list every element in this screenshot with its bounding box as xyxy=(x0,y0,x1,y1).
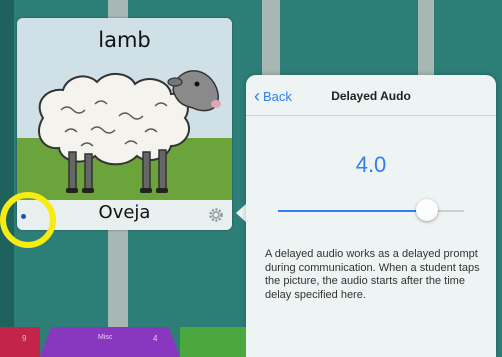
description-text: A delayed audio works as a delayed promp… xyxy=(265,248,480,301)
tab-red[interactable] xyxy=(0,327,40,357)
tab-number-left: 9 xyxy=(22,334,27,343)
background-strip-right xyxy=(418,0,434,75)
slider-fill xyxy=(278,210,427,212)
background-strip-left-lower xyxy=(108,230,128,327)
header-divider xyxy=(246,115,496,116)
gear-icon[interactable] xyxy=(208,207,224,223)
card-title: lamb xyxy=(98,28,151,52)
delay-slider[interactable] xyxy=(278,199,464,221)
highlight-circle xyxy=(0,192,56,248)
popover-title: Delayed Audo xyxy=(331,89,411,103)
tab-green[interactable] xyxy=(180,327,246,357)
tab-misc-label: Misc xyxy=(98,334,113,341)
background-column-dark xyxy=(0,0,14,330)
delayed-audio-popover: ‹ Back Delayed Audo 4.0 A delayed audio … xyxy=(246,75,496,357)
tab-misc[interactable] xyxy=(40,327,180,357)
slider-thumb[interactable] xyxy=(415,199,438,221)
picture-card[interactable]: lamb Oveja xyxy=(17,18,232,230)
background-strip-left xyxy=(108,0,128,18)
sheep-illustration xyxy=(38,70,221,193)
tab-number-right: 4 xyxy=(153,334,158,343)
delay-value: 4.0 xyxy=(355,152,387,177)
background-strip-middle xyxy=(262,0,280,75)
